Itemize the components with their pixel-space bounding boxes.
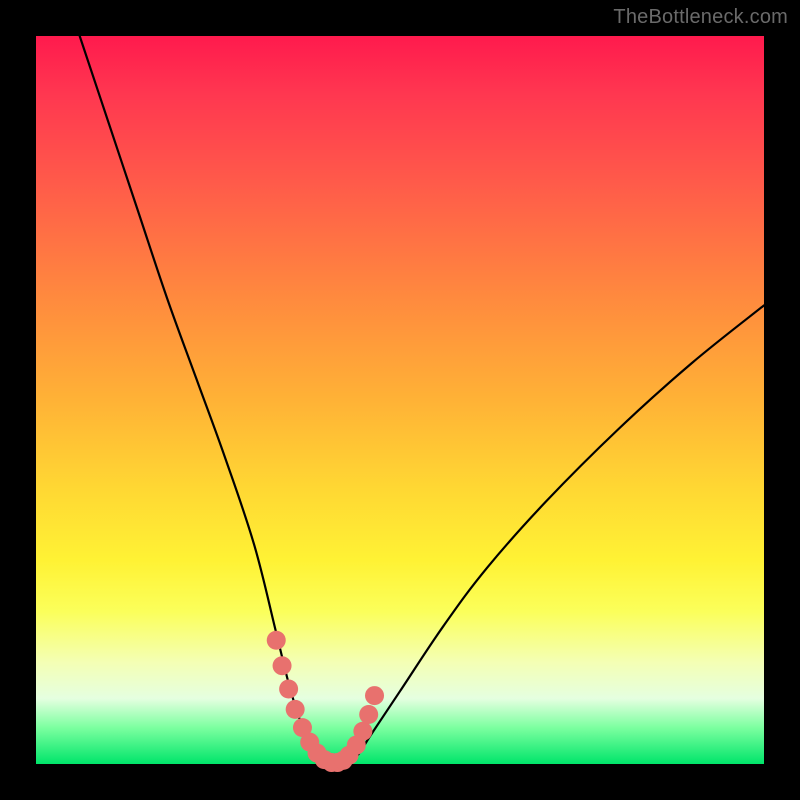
curve-layer	[36, 36, 764, 764]
marker-dot	[359, 705, 378, 724]
marker-dot	[286, 700, 305, 719]
watermark-text: TheBottleneck.com	[613, 6, 788, 29]
highlight-markers	[267, 631, 384, 772]
marker-dot	[279, 680, 298, 699]
bottleneck-curve	[80, 36, 764, 765]
marker-dot	[273, 656, 292, 675]
marker-dot	[353, 722, 372, 741]
marker-dot	[365, 686, 384, 705]
chart-frame: TheBottleneck.com	[0, 0, 800, 800]
plot-area	[36, 36, 764, 764]
marker-dot	[267, 631, 286, 650]
